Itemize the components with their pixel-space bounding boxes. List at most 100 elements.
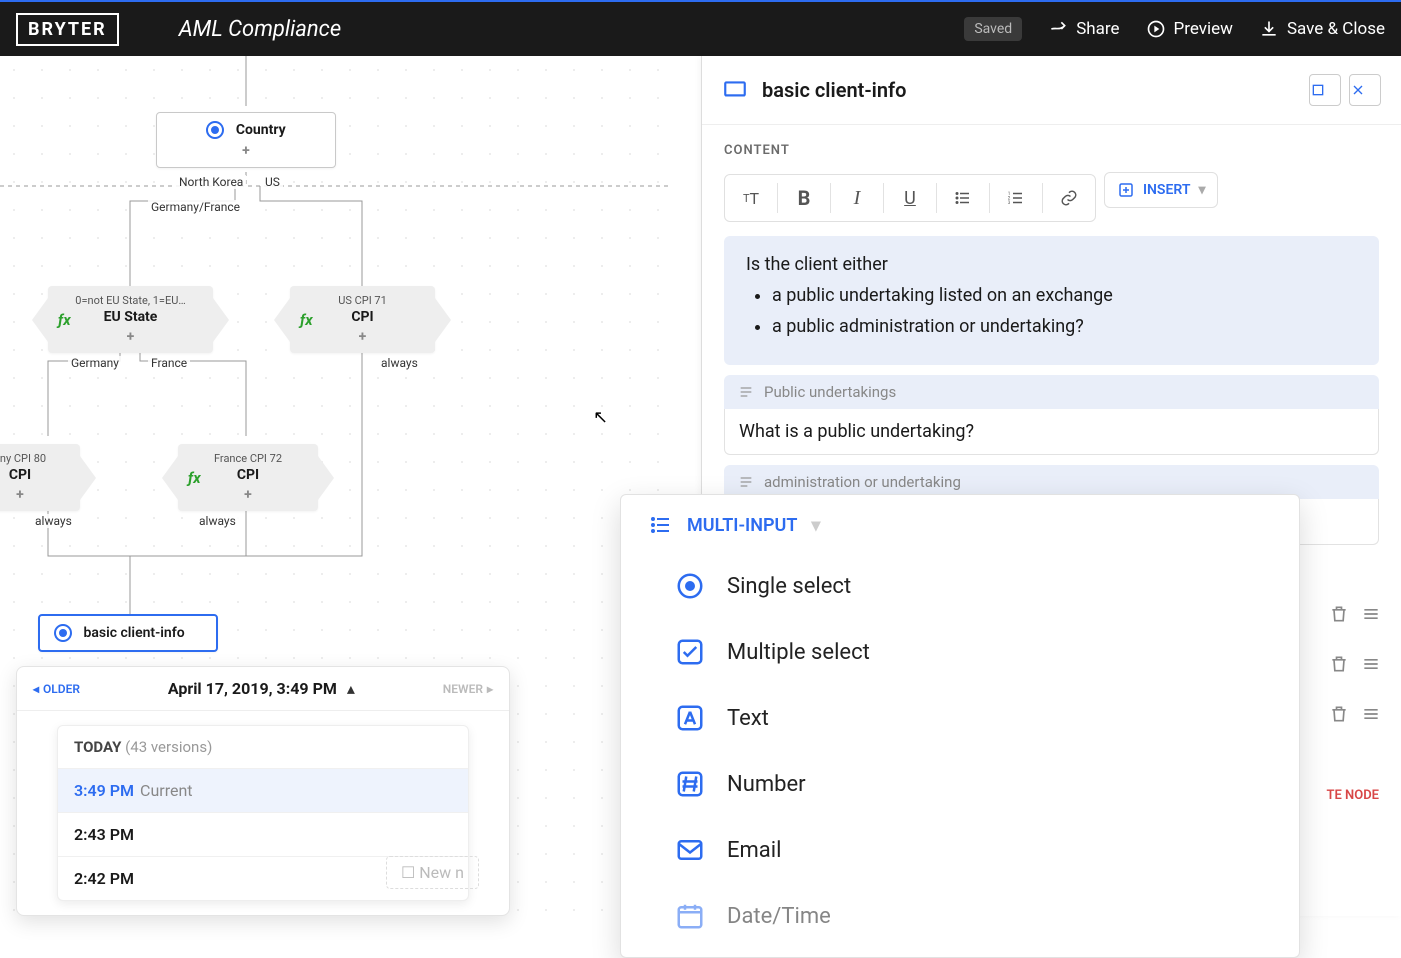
drag-handle-icon[interactable] xyxy=(1361,604,1381,624)
insert-label: INSERT xyxy=(1143,182,1190,198)
content-lead: Is the client either xyxy=(746,254,1357,275)
logo: BRYTER xyxy=(16,13,119,46)
fx-icon: ƒx xyxy=(58,311,71,329)
edge-label-always3: always xyxy=(196,514,239,528)
insert-button[interactable]: INSERT ▾ xyxy=(1104,172,1218,208)
node-eu-state[interactable]: ƒx 0=not EU State, 1=EU… EU State + xyxy=(48,286,213,353)
node-any-cpi-sub: any CPI 80 xyxy=(0,452,64,465)
italic-button[interactable]: I xyxy=(835,179,879,217)
edge-label-de: Germany xyxy=(68,356,122,370)
chevron-down-icon: ▾ xyxy=(1198,182,1205,198)
add-branch-icon[interactable]: + xyxy=(64,329,197,345)
multi-input-header[interactable]: MULTI-INPUT ▾ xyxy=(621,513,1299,553)
newer-button[interactable]: NEWER ▸ xyxy=(443,682,493,696)
option-datetime[interactable]: Date/Time xyxy=(641,883,1279,949)
save-close-label: Save & Close xyxy=(1287,19,1385,39)
edge-label-us: US xyxy=(262,175,283,189)
option-label: Multiple select xyxy=(727,640,870,665)
node-us-cpi-sub: US CPI 71 xyxy=(306,294,419,307)
chevron-down-icon: ▾ xyxy=(811,515,820,536)
screen-icon xyxy=(722,77,748,103)
delete-node-partial[interactable]: TE NODE xyxy=(1326,788,1379,803)
collapsible-header[interactable]: Public undertakings xyxy=(724,375,1379,409)
node-country-title: Country xyxy=(236,122,286,138)
panel-title: basic client-info xyxy=(762,78,1309,102)
trash-icon[interactable] xyxy=(1329,654,1349,674)
option-multiple-select[interactable]: Multiple select xyxy=(641,619,1279,685)
radio-icon xyxy=(675,571,705,601)
input-type-menu: MULTI-INPUT ▾ Single select Multiple sel… xyxy=(620,494,1300,958)
paragraph-icon xyxy=(738,384,754,400)
add-branch-icon[interactable]: + xyxy=(306,329,419,345)
trash-icon[interactable] xyxy=(1329,604,1349,624)
hash-icon xyxy=(675,769,705,799)
node-basic-client-info[interactable]: basic client-info xyxy=(38,614,218,652)
font-size-button[interactable]: TT xyxy=(729,179,773,217)
cursor-icon: ↖ xyxy=(593,407,608,428)
option-label: Single select xyxy=(727,574,851,599)
add-branch-icon[interactable]: + xyxy=(194,487,302,503)
content-label: CONTENT xyxy=(724,143,1379,158)
svg-text:3: 3 xyxy=(1008,200,1011,206)
option-email[interactable]: Email xyxy=(641,817,1279,883)
node-eu-state-sub: 0=not EU State, 1=EU… xyxy=(64,294,197,307)
option-label: Text xyxy=(727,706,769,731)
list-icon xyxy=(649,513,673,537)
preview-label: Preview xyxy=(1174,19,1233,39)
node-eu-state-title: EU State xyxy=(64,309,197,325)
edge-label-always2: always xyxy=(32,514,75,528)
older-button[interactable]: ◂ OLDER xyxy=(33,682,80,696)
node-basic-title: basic client-info xyxy=(83,625,184,641)
maximize-button[interactable] xyxy=(1309,74,1341,106)
version-history-popover: ◂ OLDER April 17, 2019, 3:49 PM ▴ NEWER … xyxy=(16,666,510,916)
version-row[interactable]: 3:49 PMCurrent xyxy=(58,768,468,812)
share-label: Share xyxy=(1076,19,1119,39)
preview-button[interactable]: Preview xyxy=(1146,19,1233,39)
drag-handle-icon[interactable] xyxy=(1361,654,1381,674)
play-icon xyxy=(1146,19,1166,39)
bold-button[interactable]: B xyxy=(782,179,826,217)
option-label: Date/Time xyxy=(727,904,831,929)
rich-text-toolbar: TT B I U 123 xyxy=(724,174,1096,222)
calendar-icon xyxy=(675,901,705,931)
checkbox-icon xyxy=(675,637,705,667)
node-fr-cpi[interactable]: ƒx France CPI 72 CPI + xyxy=(178,444,318,511)
content-editor[interactable]: Is the client either a public undertakin… xyxy=(724,236,1379,365)
node-us-cpi[interactable]: ƒx US CPI 71 CPI + xyxy=(290,286,435,353)
node-country[interactable]: Country + xyxy=(156,112,336,168)
download-icon xyxy=(1259,19,1279,39)
chip-name: administration or undertaking xyxy=(764,473,961,491)
version-row[interactable]: 2:43 PM xyxy=(58,812,468,856)
node-any-cpi[interactable]: any CPI 80 CPI + xyxy=(0,444,80,511)
option-number[interactable]: Number xyxy=(641,751,1279,817)
plus-square-icon xyxy=(1117,181,1135,199)
share-button[interactable]: Share xyxy=(1048,19,1119,39)
node-us-cpi-title: CPI xyxy=(306,309,419,325)
node-fr-cpi-sub: France CPI 72 xyxy=(194,452,302,465)
content-bullet: a public undertaking listed on an exchan… xyxy=(772,285,1357,306)
fx-icon: ƒx xyxy=(188,469,201,487)
add-branch-icon[interactable]: + xyxy=(173,143,319,159)
content-bullet: a public administration or undertaking? xyxy=(772,316,1357,337)
new-chip-partial: ☐ New n xyxy=(386,856,479,889)
chevron-up-icon[interactable]: ▴ xyxy=(347,679,355,698)
link-button[interactable] xyxy=(1047,179,1091,217)
numbered-list-button[interactable]: 123 xyxy=(994,179,1038,217)
bullet-list-button[interactable] xyxy=(941,179,985,217)
option-text[interactable]: Text xyxy=(641,685,1279,751)
underline-button[interactable]: U xyxy=(888,179,932,217)
edge-label-gf: Germany/France xyxy=(148,200,243,214)
chip-name: Public undertakings xyxy=(764,383,896,401)
drag-handle-icon[interactable] xyxy=(1361,704,1381,724)
collapsible-body[interactable]: What is a public undertaking? xyxy=(724,409,1379,455)
option-single-select[interactable]: Single select xyxy=(641,553,1279,619)
paragraph-icon xyxy=(738,474,754,490)
save-close-button[interactable]: Save & Close xyxy=(1259,19,1385,39)
add-branch-icon[interactable]: + xyxy=(0,487,64,503)
edge-label-nk: North Korea xyxy=(176,175,246,189)
trash-icon[interactable] xyxy=(1329,704,1349,724)
edge-label-always: always xyxy=(378,356,421,370)
app-title: AML Compliance xyxy=(179,17,965,42)
close-button[interactable] xyxy=(1349,74,1381,106)
share-icon xyxy=(1048,19,1068,39)
